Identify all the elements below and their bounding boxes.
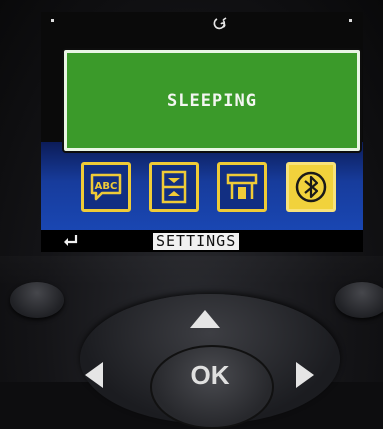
up-arrow-button[interactable]	[190, 310, 220, 328]
sleeping-popup: SLEEPING	[64, 50, 360, 151]
hook-icon	[209, 16, 233, 32]
left-arrow-button[interactable]	[85, 362, 103, 388]
ok-label: OK	[190, 360, 230, 390]
printer-device: ABC SLEEPING SETTINGS OK	[0, 0, 383, 429]
back-return-icon[interactable]	[61, 233, 81, 249]
svg-text:ABC: ABC	[95, 181, 118, 192]
right-arrow-button[interactable]	[296, 362, 314, 388]
settings-label: SETTINGS	[153, 233, 240, 250]
menu-icons-row: ABC	[41, 162, 363, 220]
lcd-screen: ABC SLEEPING SETTINGS	[41, 12, 363, 252]
status-dot-left	[51, 19, 54, 22]
status-dot-right	[349, 19, 352, 22]
bottom-bar: SETTINGS	[41, 230, 363, 252]
language-menu-button[interactable]: ABC	[81, 162, 131, 212]
printhead-icon	[226, 173, 258, 199]
media-loading-icon	[161, 170, 187, 204]
left-soft-key[interactable]	[10, 282, 64, 318]
bluetooth-icon	[295, 171, 327, 203]
popup-message: SLEEPING	[167, 90, 257, 111]
bezel	[0, 256, 383, 286]
media-menu-button[interactable]	[149, 162, 199, 212]
print-menu-button[interactable]	[217, 162, 267, 212]
right-soft-key[interactable]	[335, 282, 383, 318]
bluetooth-menu-button[interactable]	[286, 162, 336, 212]
abc-speech-icon: ABC	[90, 173, 122, 201]
